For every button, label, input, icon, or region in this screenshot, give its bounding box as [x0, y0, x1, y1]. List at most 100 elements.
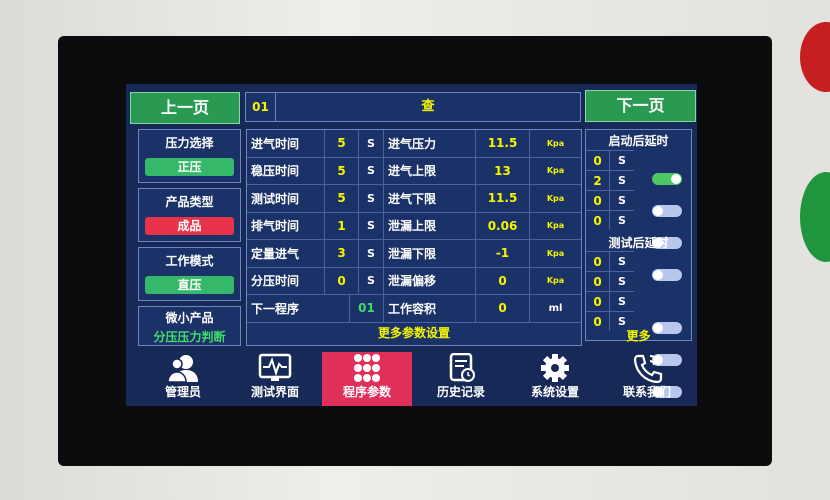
- param-value[interactable]: 13: [476, 157, 530, 185]
- param-unit: Kpa: [530, 268, 581, 295]
- nav-label: 联系我们: [622, 385, 671, 399]
- param-unit: ml: [530, 295, 581, 323]
- nav-users-button[interactable]: 管理员: [140, 352, 226, 406]
- nav-label: 管理员: [164, 385, 201, 399]
- delay-unit: S: [610, 291, 634, 311]
- param-label: 进气上限: [384, 157, 476, 185]
- parameter-table: 进气时间 5 S 进气压力 11.5 Kpa 稳压时间 5 S 进气上限 13 Kpa 测试时间 5 S 进气…: [246, 129, 582, 346]
- param-label: 测试时间: [247, 185, 325, 213]
- delay-unit: S: [610, 210, 634, 230]
- program-number[interactable]: 01: [246, 93, 276, 121]
- more-button[interactable]: 更多: [586, 327, 691, 344]
- work-mode-group: 工作模式 直压: [138, 247, 241, 301]
- param-value[interactable]: 11.5: [476, 185, 530, 213]
- param-label: 分压时间: [247, 267, 325, 295]
- delay-unit: S: [610, 170, 634, 190]
- test-delay-title: 测试后延时: [608, 236, 669, 250]
- nav-grid-button[interactable]: 程序参数: [322, 352, 412, 406]
- nav-monitor-button[interactable]: 测试界面: [232, 352, 318, 406]
- delay-unit: S: [610, 190, 634, 210]
- delay-value[interactable]: 0: [586, 210, 610, 230]
- small-product-group: 微小产品 分压压力判断: [138, 306, 241, 346]
- toggle-knob: [653, 206, 663, 216]
- param-unit: S: [359, 157, 384, 185]
- delay-unit: S: [610, 150, 634, 170]
- delay-toggle[interactable]: [652, 173, 682, 185]
- delay-value[interactable]: 0: [586, 150, 610, 170]
- toggle-knob: [671, 174, 681, 184]
- param-value[interactable]: 0: [476, 267, 530, 295]
- small-product-value[interactable]: 分压压力判断: [139, 328, 240, 345]
- param-label: 进气下限: [384, 185, 476, 213]
- delay-toggle[interactable]: [652, 205, 682, 217]
- next-program-label: 下一程序: [247, 295, 350, 323]
- next-page-button[interactable]: 下一页: [585, 90, 696, 122]
- prev-page-button[interactable]: 上一页: [130, 92, 240, 124]
- next-program-value[interactable]: 01: [350, 295, 384, 323]
- param-unit: Kpa: [530, 130, 581, 158]
- program-mode: 查: [421, 99, 435, 114]
- work-mode-toggle[interactable]: 直压: [145, 276, 234, 294]
- program-header: 01 查: [245, 92, 581, 122]
- phone-icon: [630, 353, 664, 384]
- pressure-select-label: 压力选择: [165, 136, 214, 150]
- param-unit: S: [359, 240, 384, 268]
- delay-value[interactable]: 2: [586, 170, 610, 190]
- pressure-select-toggle[interactable]: 正压: [145, 158, 234, 176]
- param-label: 工作容积: [384, 295, 476, 323]
- param-label: 泄漏上限: [384, 212, 476, 240]
- param-unit: Kpa: [530, 213, 581, 240]
- start-delay-title: 启动后延时: [608, 134, 669, 148]
- grid-icon: [350, 353, 384, 383]
- param-unit: S: [359, 185, 384, 213]
- work-mode-label: 工作模式: [165, 254, 214, 268]
- monitor-icon: [258, 353, 292, 383]
- history-icon: [444, 352, 478, 383]
- product-type-group: 产品类型 成品: [138, 188, 241, 242]
- nav-history-button[interactable]: 历史记录: [418, 352, 504, 406]
- param-unit: Kpa: [530, 158, 581, 185]
- param-label: 排气时间: [247, 212, 325, 240]
- param-label: 泄漏偏移: [384, 267, 476, 295]
- param-value[interactable]: 0: [325, 267, 359, 295]
- delay-unit: S: [610, 271, 634, 291]
- pressure-select-group: 压力选择 正压: [138, 129, 241, 183]
- delay-panel: 启动后延时 0S2S0S0S 测试后延时 0S0S0S0S 更多: [585, 129, 692, 398]
- nav-gear-button[interactable]: 系统设置: [508, 352, 602, 406]
- param-unit: Kpa: [530, 240, 581, 268]
- param-unit: Kpa: [530, 185, 581, 213]
- product-type-toggle[interactable]: 成品: [145, 217, 234, 235]
- delay-value[interactable]: 0: [586, 251, 610, 271]
- delay-toggle[interactable]: [652, 269, 682, 281]
- param-value[interactable]: 3: [325, 240, 359, 268]
- param-unit: S: [359, 212, 384, 240]
- nav-phone-button[interactable]: 联系我们: [602, 352, 692, 406]
- param-value[interactable]: 1: [325, 212, 359, 240]
- product-type-label: 产品类型: [165, 195, 214, 209]
- param-value[interactable]: 11.5: [476, 130, 530, 158]
- param-value[interactable]: 0: [476, 295, 530, 323]
- param-value[interactable]: 5: [325, 130, 359, 158]
- param-value[interactable]: -1: [476, 240, 530, 268]
- nav-label: 测试界面: [250, 385, 299, 399]
- gear-icon: [538, 353, 572, 383]
- nav-label: 程序参数: [342, 385, 391, 399]
- param-label: 定量进气: [247, 240, 325, 268]
- toggle-knob: [653, 270, 663, 280]
- nav-label: 系统设置: [530, 385, 579, 399]
- param-value[interactable]: 0.06: [476, 212, 530, 240]
- param-unit: S: [359, 130, 384, 158]
- param-label: 进气时间: [247, 130, 325, 158]
- delay-value[interactable]: 0: [586, 291, 610, 311]
- delay-unit: S: [610, 251, 634, 271]
- param-label: 稳压时间: [247, 157, 325, 185]
- users-icon: [166, 353, 200, 383]
- delay-value[interactable]: 0: [586, 271, 610, 291]
- delay-value[interactable]: 0: [586, 190, 610, 210]
- more-params-button[interactable]: 更多参数设置: [247, 322, 581, 345]
- param-label: 泄漏下限: [384, 240, 476, 268]
- param-value[interactable]: 5: [325, 185, 359, 213]
- nav-label: 历史记录: [436, 385, 485, 399]
- touch-screen: 上一页 下一页 01 查 压力选择 正压 产品类型 成品 工作模式 直压 微小产…: [126, 84, 697, 406]
- param-value[interactable]: 5: [325, 157, 359, 185]
